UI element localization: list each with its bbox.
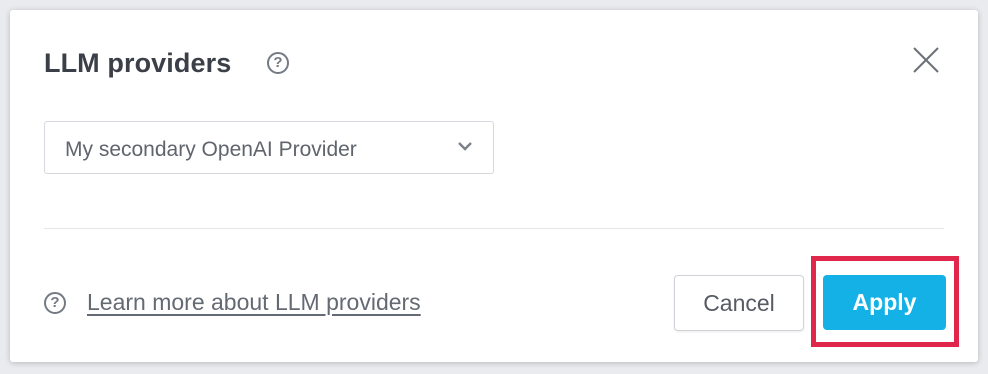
learn-more-link[interactable]: Learn more about LLM providers [87,289,421,316]
llm-provider-select[interactable]: My secondary OpenAI Provider [44,121,494,174]
llm-providers-dialog: LLM providers ? My secondary OpenAI Prov… [10,10,978,362]
divider [44,228,944,229]
question-circle-icon[interactable]: ? [267,52,289,74]
selected-provider-value: My secondary OpenAI Provider [65,138,357,161]
close-icon[interactable] [912,46,940,74]
chevron-down-icon [458,142,472,151]
cancel-button[interactable]: Cancel [674,275,804,331]
question-circle-icon: ? [44,292,66,314]
apply-button[interactable]: Apply [823,275,946,330]
dialog-title: LLM providers [44,48,232,78]
